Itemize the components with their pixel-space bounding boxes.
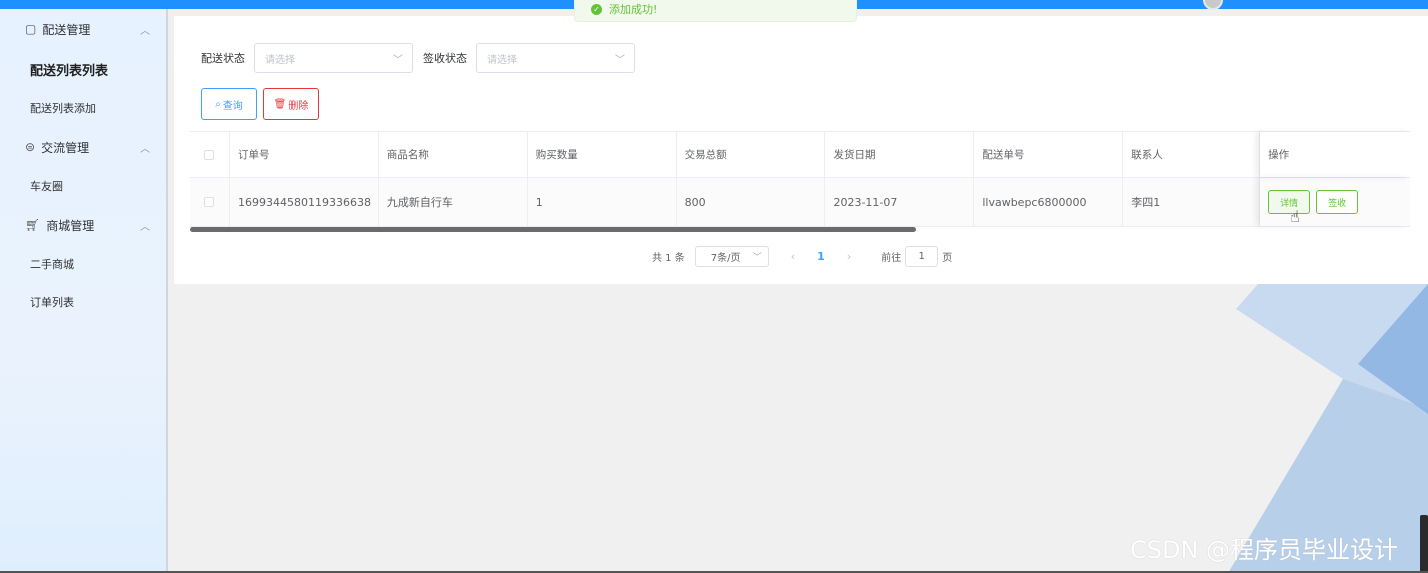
- column-header: 购买数量: [528, 132, 677, 177]
- table-row: 1699344580119336638 九成新自行车 1 800 2023-11…: [190, 178, 1410, 227]
- search-icon: ⌕: [215, 98, 221, 110]
- column-header: 配送单号: [974, 132, 1124, 177]
- main-content: 配送状态 请选择 ﹀ 签收状态 请选择 ﹀ ⌕ 查询 🗑︎ 删除 订单号 商品名…: [174, 16, 1428, 284]
- row-select-cell: [190, 178, 230, 226]
- menu-group-delivery[interactable]: ▢ 配送管理 ︿: [0, 9, 166, 49]
- user-avatar[interactable]: [1203, 0, 1223, 10]
- pagination: 共 1 条 7条/页 ﹀ ‹ 1 › 前往 1 页: [652, 246, 952, 267]
- sidebar: ▢ 配送管理 ︿ 配送列表列表 配送列表添加 ⊜ 交流管理 ︿ 车友圈 🛒︎ 商…: [0, 9, 168, 573]
- success-toast: ✓ 添加成功!: [574, 0, 857, 22]
- menu-group-label: 配送管理: [42, 22, 91, 37]
- delete-button[interactable]: 🗑︎ 删除: [263, 88, 319, 120]
- query-button[interactable]: ⌕ 查询: [201, 88, 257, 120]
- chat-icon: ⊜: [25, 140, 36, 154]
- column-header: 订单号: [230, 132, 379, 177]
- row-checkbox[interactable]: [204, 197, 215, 207]
- sign-button[interactable]: 签收: [1316, 190, 1359, 214]
- select-all-checkbox[interactable]: [204, 149, 215, 160]
- total-count: 共 1 条: [652, 253, 685, 264]
- page-size-select[interactable]: 7条/页 ﹀: [694, 246, 769, 267]
- column-header: 交易总额: [677, 132, 826, 177]
- chevron-down-icon: ﹀: [752, 253, 762, 263]
- header-select-all: [190, 132, 230, 177]
- column-header: 联系人: [1123, 132, 1261, 177]
- sidebar-item-cycling-circle[interactable]: 车友圈: [0, 167, 166, 205]
- horizontal-scrollbar[interactable]: [190, 226, 1410, 234]
- operations-cell: 详情 签收: [1260, 178, 1410, 226]
- sidebar-item-delivery-list[interactable]: 配送列表列表: [0, 49, 166, 89]
- delivery-table: 订单号 商品名称 购买数量 交易总额 发货日期 配送单号 联系人 操作 1699…: [190, 131, 1410, 227]
- select-placeholder: 请选择: [265, 54, 295, 66]
- column-header: 操作: [1260, 132, 1410, 177]
- sidebar-item-order-list[interactable]: 订单列表: [0, 283, 166, 321]
- toast-message: 添加成功!: [609, 3, 658, 16]
- table-header-row: 订单号 商品名称 购买数量 交易总额 发货日期 配送单号 联系人 操作: [190, 132, 1410, 178]
- sidebar-item-delivery-add[interactable]: 配送列表添加: [0, 89, 166, 127]
- goto-page-input[interactable]: 1: [905, 246, 939, 267]
- ship-date-cell: 2023-11-07: [825, 178, 975, 226]
- chevron-up-icon: ︿: [140, 26, 150, 37]
- current-page-number[interactable]: 1: [817, 250, 825, 263]
- column-header: 商品名称: [379, 132, 528, 177]
- clipboard-icon: ▢: [25, 22, 37, 36]
- cart-icon: 🛒︎: [25, 218, 41, 232]
- goto-label: 前往: [881, 253, 902, 264]
- chevron-down-icon: ﹀: [615, 55, 625, 66]
- delivery-status-select[interactable]: 请选择 ﹀: [254, 43, 413, 73]
- contact-cell: 李四1: [1123, 178, 1261, 226]
- action-buttons: ⌕ 查询 🗑︎ 删除: [201, 88, 325, 120]
- column-header: 发货日期: [825, 132, 975, 177]
- page-size-value: 7条/页: [710, 253, 741, 264]
- trash-icon: 🗑︎: [273, 98, 287, 110]
- menu-group-communication[interactable]: ⊜ 交流管理 ︿: [0, 127, 166, 167]
- delete-button-label: 删除: [288, 100, 309, 112]
- select-placeholder: 请选择: [487, 54, 517, 66]
- chevron-up-icon: ︿: [140, 222, 150, 233]
- query-button-label: 查询: [222, 100, 243, 112]
- right-edge-handle: [1420, 515, 1428, 573]
- order-number-cell: 1699344580119336638: [230, 178, 379, 226]
- total-amount-cell: 800: [677, 178, 826, 226]
- page-suffix: 页: [942, 253, 953, 264]
- menu-group-label: 交流管理: [41, 140, 90, 155]
- delivery-number-cell: llvawbepc6800000: [974, 178, 1124, 226]
- prev-page-button[interactable]: ‹: [791, 250, 795, 263]
- filter-row: 配送状态 请选择 ﹀ 签收状态 请选择 ﹀: [201, 43, 645, 73]
- hand-pointer-icon: ☝: [1290, 207, 1300, 226]
- sign-status-label: 签收状态: [423, 52, 467, 65]
- sign-status-select[interactable]: 请选择 ﹀: [476, 43, 635, 73]
- check-circle-icon: ✓: [591, 3, 602, 15]
- next-page-button[interactable]: ›: [847, 250, 851, 263]
- menu-group-mall[interactable]: 🛒︎ 商城管理 ︿: [0, 205, 166, 245]
- watermark-text: CSDN @程序员毕业设计: [1130, 536, 1399, 564]
- delivery-status-label: 配送状态: [201, 52, 245, 65]
- product-name-cell: 九成新自行车: [379, 178, 528, 226]
- menu-group-label: 商城管理: [46, 218, 95, 233]
- scrollbar-thumb[interactable]: [190, 227, 916, 232]
- chevron-down-icon: ﹀: [393, 55, 403, 66]
- quantity-cell: 1: [528, 178, 677, 226]
- chevron-up-icon: ︿: [140, 144, 150, 155]
- sidebar-item-second-hand-mall[interactable]: 二手商城: [0, 245, 166, 283]
